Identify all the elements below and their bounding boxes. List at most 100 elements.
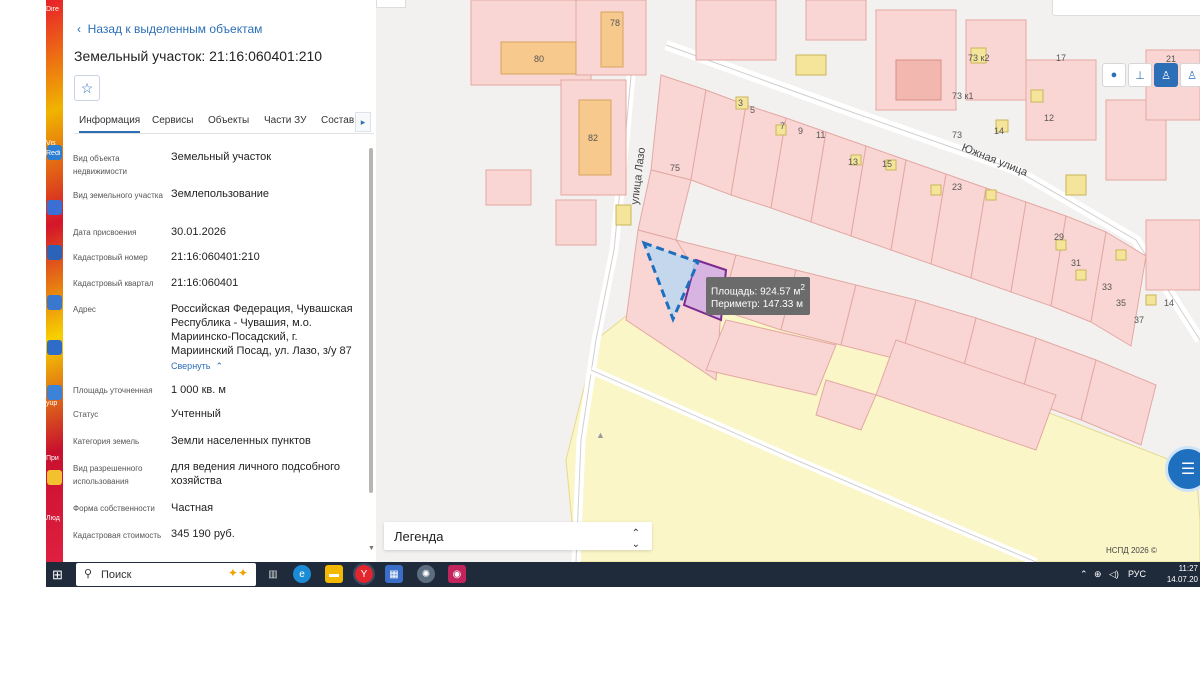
file-explorer-icon[interactable]: ▬: [325, 565, 343, 583]
language-indicator[interactable]: РУС: [1128, 569, 1146, 579]
taskbar-search-placeholder: Поиск: [101, 569, 132, 581]
field-value-cadastral-value: 345 190 руб.: [171, 528, 235, 540]
parcel: [805, 0, 867, 41]
desktop-app-icon[interactable]: [47, 245, 62, 260]
info-panel: ‹ Назад к выделенным объектам Земельный …: [63, 0, 377, 562]
house-number: 31: [1071, 258, 1081, 268]
app-icon[interactable]: ✺: [417, 565, 435, 583]
field-value-address: Российская Федерация, Чувашская Республи…: [171, 303, 353, 357]
sparkle-icon: ✦✦: [227, 566, 248, 580]
app-badge-icon[interactable]: ◉: [448, 565, 466, 583]
desktop-icon-label: yup: [46, 400, 58, 407]
tab-services[interactable]: Сервисы: [152, 115, 193, 126]
task-view-icon[interactable]: ▥: [264, 565, 282, 583]
field-label-cadastral-number: Кадастровый номер: [73, 253, 148, 262]
field-value-parcel-type: Землепользование: [171, 188, 270, 200]
field-value-land-category: Земли населенных пунктов: [171, 435, 311, 447]
measure-line-button[interactable]: ⊥: [1128, 63, 1152, 87]
house-number: 5: [750, 105, 755, 115]
field-label-address: Адрес: [73, 305, 96, 314]
field-value-status: Учтенный: [171, 408, 221, 420]
desktop-icon-label: Люд: [46, 515, 60, 522]
pegman-icon: ♙: [1187, 69, 1197, 82]
measure-area-button[interactable]: ♙: [1154, 63, 1178, 87]
field-label-permitted-use: Вид разрешенного использования: [73, 464, 143, 486]
field-value-cadastral-number: 21:16:060401:210: [171, 251, 260, 263]
parcel: [485, 169, 532, 206]
house-number: 15: [882, 159, 892, 169]
house-number: 73 к2: [968, 53, 989, 63]
parcel: [695, 0, 777, 61]
location-dot-icon: ●: [1110, 69, 1118, 81]
tab-information[interactable]: Информация: [79, 115, 141, 133]
favorite-button[interactable]: ☆: [74, 75, 100, 101]
perimeter-value: 147.33 м: [762, 299, 803, 311]
desktop-app-icon[interactable]: [47, 470, 62, 485]
desktop-app-icon[interactable]: [47, 385, 62, 400]
desktop-app-icon[interactable]: [47, 200, 62, 215]
speaker-icon[interactable]: ◁): [1109, 569, 1119, 580]
building: [795, 54, 827, 76]
person-pin-icon: ♙: [1161, 69, 1171, 82]
taskbar-search[interactable]: ⚲ Поиск ✦✦: [76, 563, 256, 586]
tab-parts[interactable]: Части ЗУ: [264, 115, 306, 126]
field-value-ownership: Частная: [171, 502, 214, 514]
house-number: 37: [1134, 315, 1144, 325]
map-marker-icon: ▲: [596, 430, 605, 440]
area-label: Площадь:: [711, 286, 758, 298]
desktop-app-icon[interactable]: [47, 340, 62, 355]
start-button[interactable]: ⊞: [52, 567, 63, 583]
store-icon[interactable]: ▦: [385, 565, 403, 583]
desktop-icon-label: Dire: [46, 6, 59, 13]
locate-button[interactable]: ●: [1102, 63, 1126, 87]
legend-selector[interactable]: Легенда ⌃ ⌄: [384, 522, 652, 550]
yandex-browser-icon[interactable]: Y: [353, 563, 375, 585]
windows-logo-icon: ⊞: [52, 567, 63, 582]
edge-browser-icon[interactable]: e: [293, 565, 311, 583]
back-link-label: Назад к выделенным объектам: [87, 22, 263, 36]
house-number: 3: [738, 98, 743, 108]
field-label-cadastral-quarter: Кадастровый квартал: [73, 279, 154, 288]
clock-time[interactable]: 11:27: [1179, 564, 1198, 573]
back-to-selected-link[interactable]: ‹ Назад к выделенным объектам: [77, 22, 262, 36]
desktop-background-strip: Dire Vis Redi yup При Люд: [46, 0, 63, 562]
house-number: 33: [1102, 282, 1112, 292]
chat-bubble-icon: ☰: [1180, 461, 1196, 478]
tab-objects[interactable]: Объекты: [208, 115, 249, 126]
map-top-left-control[interactable]: [376, 0, 406, 8]
desktop-icon-label: Redi: [46, 150, 61, 157]
tabs-scroll-right-button[interactable]: ▸: [355, 112, 371, 132]
map-canvas[interactable]: 80 78 82 75 3 5 7 9 11 13 15 23 73 к2 73…: [376, 0, 1200, 562]
field-label-ownership: Форма собственности: [73, 504, 155, 513]
tab-bar: Информация Сервисы Объекты Части ЗУ Сост…: [74, 110, 374, 134]
building: [1030, 89, 1044, 103]
tooltip-perimeter-row: Периметр: 147.33 м: [711, 298, 805, 311]
collapse-link-label: Свернуть: [171, 361, 211, 371]
scroll-down-arrow-icon[interactable]: ▼: [368, 545, 375, 552]
house-number: 73: [952, 130, 962, 140]
field-value-cadastral-quarter: 21:16:060401: [171, 277, 239, 289]
house-number: 73 к1: [952, 91, 973, 101]
house-number: 78: [610, 18, 620, 28]
map-top-right-control[interactable]: [1052, 0, 1200, 16]
search-icon: ⚲: [84, 568, 93, 580]
field-value-area: 1 000 кв. м: [171, 384, 226, 396]
clock-date[interactable]: 14.07.20: [1167, 575, 1198, 584]
field-label-object-type: Вид объекта недвижимости: [73, 154, 127, 176]
panel-scrollbar-thumb[interactable]: [369, 148, 373, 493]
field-label-parcel-type: Вид земельного участка: [73, 191, 163, 200]
house-number: 29: [1054, 232, 1064, 242]
tooltip-area-row: Площадь: 924.57 м2: [711, 281, 805, 298]
chevron-up-icon[interactable]: ⌃: [1080, 569, 1088, 580]
desktop-app-icon[interactable]: [47, 295, 62, 310]
street-view-button[interactable]: ♙: [1180, 63, 1200, 87]
tab-composition[interactable]: Состав: [321, 115, 354, 126]
collapse-address-link[interactable]: Свернуть ⌃: [171, 361, 223, 372]
chevron-up-icon: ⌃: [215, 361, 224, 371]
legend-label: Легенда: [394, 529, 444, 544]
parcel: [1145, 219, 1200, 291]
chevron-left-icon: ‹: [77, 22, 88, 36]
chevron-up-down-icon: ⌃ ⌄: [631, 528, 640, 550]
taskbar: ⊞ ⚲ Поиск ✦✦ ▥ e ▬ Y ▦ ✺ ◉ ⌃ ⊕ ◁) РУС 11…: [46, 562, 1200, 587]
globe-icon[interactable]: ⊕: [1094, 569, 1102, 580]
